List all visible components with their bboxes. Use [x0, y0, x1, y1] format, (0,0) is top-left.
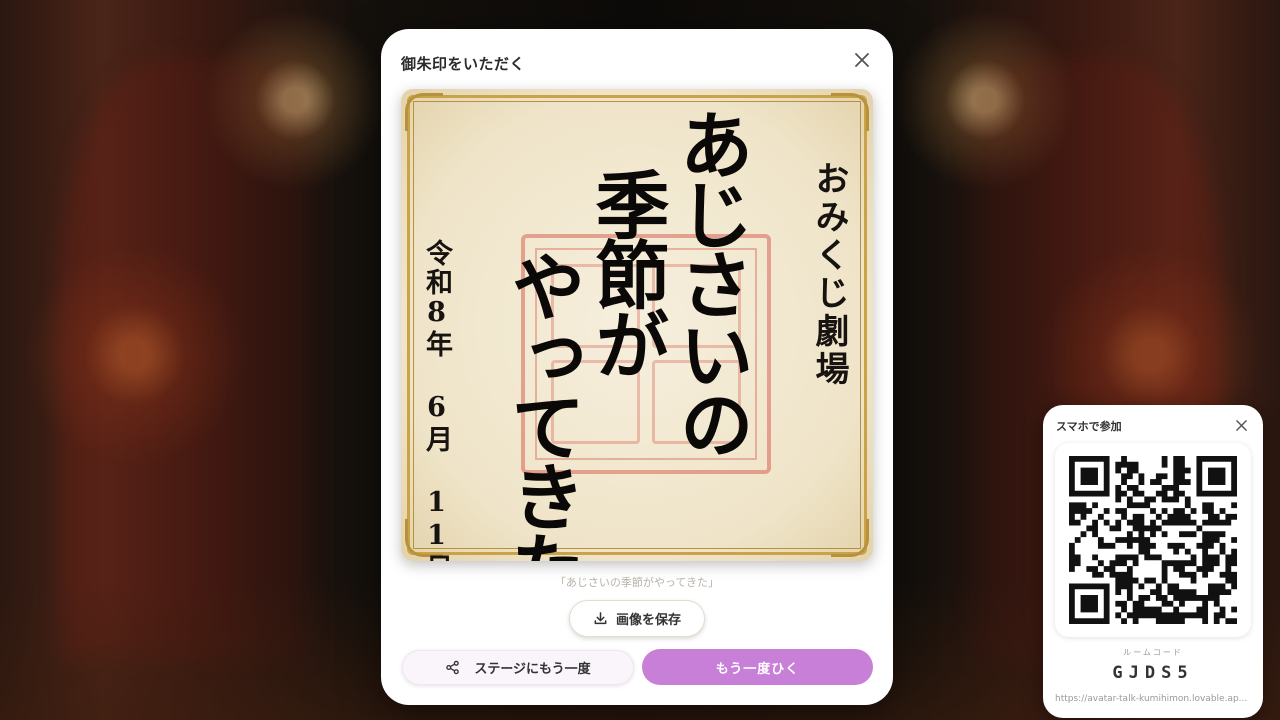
save-image-button[interactable]: 画像を保存 [569, 600, 705, 637]
modal-title: 御朱印をいただく [401, 55, 526, 73]
join-url: https://avatar-talk-kumihimon.lovable.ap… [1055, 694, 1248, 704]
goshuin-modal: 御朱印をいただく おみくじ劇場 令和8年 6月 11日 あじさいの 季節が やっ… [381, 29, 893, 705]
corner-ornament [831, 93, 869, 131]
stage-button-label: ステージにもう一度 [474, 662, 591, 677]
save-button-label: 画像を保存 [615, 613, 681, 628]
stamp-date: 令和8年 6月 11日 [421, 239, 452, 561]
close-icon[interactable] [1233, 417, 1249, 433]
share-stage-button[interactable]: ステージにもう一度 [402, 650, 634, 685]
curtain-left [60, 60, 310, 660]
share-icon [446, 660, 460, 675]
room-code: GJDS5 [1112, 663, 1194, 683]
stamp-caption: 「あじさいの季節がやってきた」 [554, 576, 720, 589]
qr-code-icon [1069, 456, 1237, 624]
main-text-line: あじさいの [667, 107, 753, 457]
qr-panel-title: スマホで参加 [1056, 420, 1122, 433]
qr-join-panel: スマホで参加 ルームコード GJDS5 https://avatar-talk-… [1043, 405, 1263, 718]
draw-again-button[interactable]: もう一度ひく [642, 649, 873, 685]
corner-ornament [831, 519, 869, 557]
qr-code-container [1055, 443, 1251, 637]
download-icon [594, 612, 607, 625]
temple-name: おみくじ劇場 [809, 161, 849, 389]
main-text-line: 季節が [583, 167, 669, 377]
goshuin-image: おみくじ劇場 令和8年 6月 11日 あじさいの 季節が やってきた [401, 89, 873, 561]
room-code-label: ルームコード [1123, 648, 1183, 657]
corner-ornament [405, 93, 443, 131]
main-text-line: やってきた [499, 249, 585, 561]
close-icon[interactable] [851, 49, 873, 71]
